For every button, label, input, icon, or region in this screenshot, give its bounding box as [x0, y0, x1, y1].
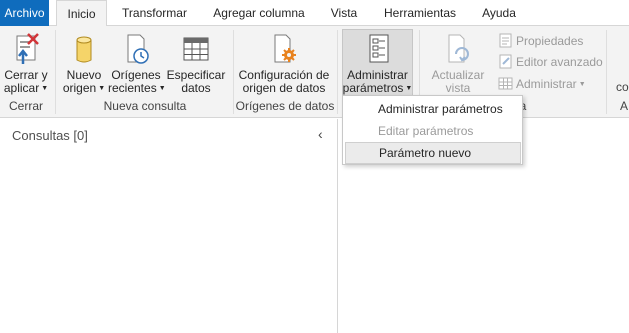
data-source-settings-icon	[274, 34, 296, 63]
chevron-down-icon: ▼	[41, 85, 49, 92]
properties-button[interactable]: Propiedades	[498, 32, 583, 50]
data-source-settings-button[interactable]: Configuración de origen de datos	[236, 32, 332, 95]
recent-sources-label-1: Orígenes	[111, 68, 161, 82]
tab-home[interactable]: Inicio	[56, 0, 107, 27]
new-source-label-2: origen	[62, 81, 97, 95]
manage-parameters-label-1: Administrar	[347, 68, 408, 82]
new-source-button[interactable]: Nuevo origen ▼	[62, 32, 106, 95]
data-source-settings-label-1: Configuración de	[238, 68, 330, 82]
ribbon: Cerrar y aplicar ▼ Cerrar Nuevo origen ▼ O…	[0, 26, 629, 118]
group-label-new-query: Nueva consulta	[103, 99, 187, 113]
pane-splitter[interactable]	[337, 119, 338, 333]
advanced-editor-button[interactable]: Editor avanzado	[498, 53, 603, 71]
table-icon	[183, 37, 209, 61]
manage-parameters-menu: Administrar parámetros Editar parámetros…	[342, 95, 523, 165]
enter-data-label-1: Especificar	[166, 68, 226, 82]
close-apply-label-1: Cerrar y	[4, 68, 48, 82]
tab-help[interactable]: Ayuda	[475, 0, 523, 26]
advanced-editor-icon	[499, 54, 512, 69]
queries-pane-title: Consultas [0]	[12, 128, 88, 143]
recent-sources-icon	[127, 34, 149, 64]
close-apply-label-2: aplicar	[3, 81, 40, 95]
tab-tools[interactable]: Herramientas	[378, 0, 462, 26]
enter-data-button[interactable]: Especificar datos	[166, 32, 226, 95]
recent-sources-label-2: recientes	[108, 81, 157, 95]
chevron-down-icon: ▼	[98, 85, 106, 92]
database-icon	[76, 36, 92, 63]
manage-grid-icon	[498, 77, 513, 90]
enter-data-label-2: datos	[181, 81, 211, 95]
manage-parameters-button[interactable]: Administrar parámetros ▼	[342, 32, 413, 95]
group-separator	[55, 30, 56, 114]
menu-item-new-parameter[interactable]: Parámetro nuevo	[345, 142, 521, 164]
cut-off-label-co: co	[616, 80, 629, 94]
recent-sources-button[interactable]: Orígenes recientes ▼	[108, 32, 166, 95]
cut-off-label-a: A	[620, 99, 629, 113]
tab-transform[interactable]: Transformar	[116, 0, 193, 26]
group-label-close: Cerrar	[8, 99, 43, 113]
manage-label: Administrar	[516, 77, 577, 91]
tab-add-column[interactable]: Agregar columna	[207, 0, 311, 26]
menu-item-edit-parameters[interactable]: Editar parámetros	[343, 120, 522, 142]
manage-button[interactable]: Administrar ▼	[498, 75, 586, 93]
main-area	[0, 119, 629, 333]
group-separator	[337, 30, 338, 114]
tab-file[interactable]: Archivo	[0, 0, 49, 26]
advanced-editor-label: Editor avanzado	[516, 55, 603, 69]
collapse-pane-icon[interactable]: ‹	[318, 126, 323, 142]
properties-icon	[499, 33, 512, 48]
chevron-down-icon: ▼	[158, 85, 166, 92]
manage-parameters-label-2: parámetros	[342, 81, 404, 95]
data-source-settings-label-2: origen de datos	[242, 81, 326, 95]
refresh-preview-label-1: Actualizar	[431, 68, 485, 82]
chevron-down-icon: ▼	[405, 85, 413, 92]
group-label-data-sources: Orígenes de datos	[235, 99, 335, 113]
close-apply-button[interactable]: Cerrar y aplicar ▼	[3, 32, 49, 95]
new-source-label-1: Nuevo	[66, 68, 102, 82]
refresh-icon	[448, 34, 469, 63]
menu-item-manage-parameters[interactable]: Administrar parámetros	[343, 98, 522, 120]
chevron-down-icon: ▼	[578, 81, 586, 88]
tab-view[interactable]: Vista	[323, 0, 365, 26]
close-apply-icon	[16, 33, 39, 64]
parameters-icon	[369, 34, 388, 63]
ribbon-tab-bar: Archivo Inicio Transformar Agregar colum…	[0, 0, 629, 27]
group-separator	[606, 30, 607, 114]
properties-label: Propiedades	[516, 34, 584, 48]
